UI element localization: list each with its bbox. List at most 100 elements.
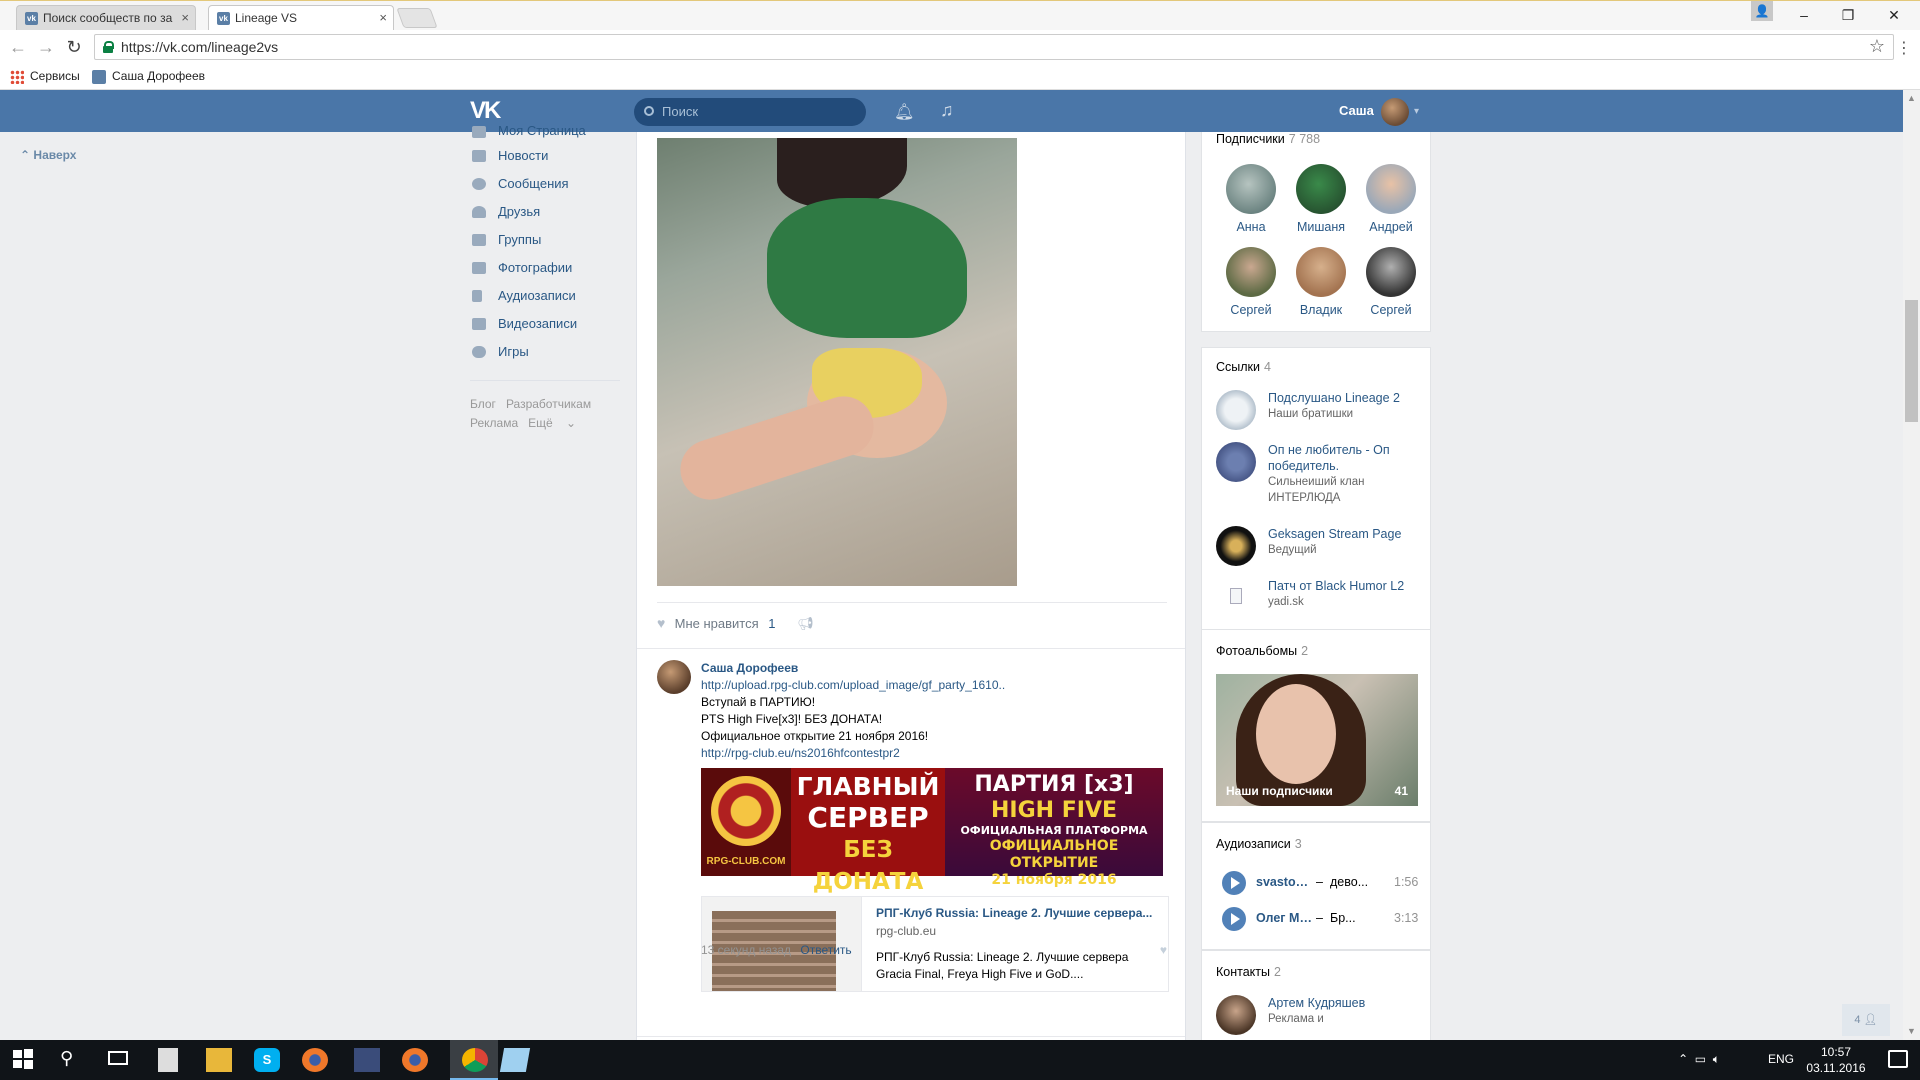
menu-divider [470, 380, 620, 381]
search-icon[interactable]: ⚲ [60, 1048, 86, 1072]
subscriber[interactable]: Сергей [1216, 247, 1286, 317]
subscriber[interactable]: Владик [1286, 247, 1356, 317]
share-icon[interactable]: 📢︎ [797, 616, 814, 631]
bell-icon[interactable]: 🔔︎ [894, 102, 914, 121]
footer-link-more[interactable]: Ещё ⌄ [528, 416, 576, 430]
like-button[interactable]: ♥ Мне нравится 1 [657, 615, 779, 631]
subscriber[interactable]: Андрей [1356, 164, 1426, 234]
scroll-down-icon[interactable]: ▼ [1903, 1023, 1920, 1040]
menu-item-groups[interactable]: Группы [470, 226, 620, 254]
comment-author[interactable]: Саша Дорофеев [701, 660, 1167, 677]
apps-icon [10, 70, 24, 84]
menu-item-friends[interactable]: Друзья [470, 198, 620, 226]
clock[interactable]: 10:57 03.11.2016 [1806, 1044, 1866, 1076]
firefox-icon[interactable] [402, 1048, 428, 1072]
vk-logo[interactable]: VK [470, 98, 504, 124]
footer-link-ads[interactable]: Реклама [470, 416, 518, 430]
banner-image[interactable]: RPG-CLUB.COM ГЛАВНЫЙ СЕРВЕР БЕЗ ДОНАТА П… [701, 768, 1163, 895]
chrome-icon[interactable] [462, 1048, 488, 1072]
close-tab-icon[interactable]: × [181, 6, 189, 30]
search-input[interactable]: Поиск [634, 98, 866, 126]
browser-tab-lineage[interactable]: vk Lineage VS × [208, 5, 394, 31]
comment-link[interactable]: http://upload.rpg-club.com/upload_image/… [701, 677, 1167, 694]
menu-item-games[interactable]: Игры [470, 338, 620, 366]
browser-tab-search[interactable]: vk Поиск сообществ по за × [16, 5, 196, 31]
scroll-up-icon[interactable]: ▲ [1903, 90, 1920, 107]
scroll-thumb[interactable] [1905, 300, 1918, 422]
bookmark-services[interactable]: Сервисы [10, 69, 80, 84]
subscriber[interactable]: Сергей [1356, 247, 1426, 317]
avatar [1226, 247, 1276, 297]
chat-widget-button[interactable]: 4 👤︎ [1842, 1004, 1890, 1036]
menu-item-news[interactable]: Новости [470, 142, 620, 170]
close-window-icon[interactable]: ✕ [1882, 5, 1906, 25]
menu-label: Друзья [498, 204, 541, 219]
block-header[interactable]: Фотоальбомы 2 [1202, 644, 1308, 658]
input-language[interactable]: ENG [1768, 1052, 1794, 1066]
tray-icons[interactable]: ⌃ ▭ 🔈︎ [1678, 1052, 1720, 1067]
address-bar[interactable]: https://vk.com/lineage2vs ☆ [94, 34, 1894, 60]
bookmark-star-icon[interactable]: ☆ [1869, 36, 1885, 57]
firefox-icon[interactable] [302, 1048, 328, 1072]
reply-button[interactable]: Ответить [800, 943, 851, 957]
link-title: Патч от Black Humor L2 [1268, 579, 1405, 593]
close-tab-icon[interactable]: × [379, 6, 387, 30]
block-title: Подписчики [1216, 132, 1285, 146]
calculator-icon[interactable] [158, 1048, 178, 1072]
app-icon[interactable] [354, 1048, 380, 1072]
heart-icon[interactable]: ♥ [1160, 943, 1167, 957]
menu-label: Группы [498, 232, 542, 247]
comment-link[interactable]: http://rpg-club.eu/ns2016hfcontestpr2 [701, 745, 1167, 762]
block-header[interactable]: Аудиозаписи 3 [1202, 837, 1302, 851]
browser-profile-icon[interactable]: 👤 [1751, 1, 1773, 21]
audio-artist[interactable]: Олег Май... [1256, 911, 1314, 925]
link-title: Geksagen Stream Page [1268, 527, 1402, 541]
subscriber[interactable]: Мишаня [1286, 164, 1356, 234]
comment-time[interactable]: 13 секунд назад [701, 943, 791, 957]
menu-item-video[interactable]: Видеозаписи [470, 310, 620, 338]
minimize-icon[interactable]: – [1792, 5, 1816, 25]
avatar[interactable] [1381, 98, 1409, 126]
menu-label: Игры [498, 344, 529, 359]
back-icon[interactable]: ← [8, 37, 28, 57]
browser-menu-icon[interactable]: ⋮ [1896, 38, 1912, 58]
task-view-icon[interactable] [108, 1048, 134, 1072]
restore-icon[interactable]: ❐ [1836, 5, 1860, 25]
block-header[interactable]: Контакты 2 [1202, 965, 1281, 979]
bookmark-sasha[interactable]: Саша Дорофеев [92, 69, 205, 84]
banner-logo: RPG-CLUB.COM [701, 768, 791, 876]
comment-text: Вступай в ПАРТИЮ! [701, 695, 816, 709]
music-note-icon[interactable]: ♫ [940, 100, 954, 121]
play-icon[interactable] [1222, 907, 1246, 931]
audio-row[interactable]: Олег Май... – Бр... 3:13 [1216, 907, 1426, 931]
audio-artist[interactable]: svastonov [1256, 875, 1314, 889]
notepad-icon[interactable] [499, 1048, 531, 1072]
footer-link-developers[interactable]: Разработчикам [506, 397, 591, 411]
block-header[interactable]: Подписчики 7 788 [1202, 132, 1320, 146]
to-top-link[interactable]: ⌃ Наверх [20, 148, 76, 162]
page-scrollbar[interactable]: ▲ ▼ [1903, 90, 1920, 1040]
file-explorer-icon[interactable] [206, 1048, 232, 1072]
subscriber[interactable]: Анна [1216, 164, 1286, 234]
album-cover[interactable]: Наши подписчики 41 [1216, 674, 1418, 806]
menu-item-my-page[interactable]: Моя Страница [470, 124, 620, 142]
block-header[interactable]: Ссылки 4 [1202, 360, 1271, 374]
menu-item-messages[interactable]: Сообщения [470, 170, 620, 198]
reload-icon[interactable]: ↻ [64, 37, 84, 57]
footer-link-blog[interactable]: Блог [470, 397, 496, 411]
skype-icon[interactable]: S [254, 1048, 280, 1072]
post-photo[interactable] [657, 138, 1017, 586]
chevron-down-icon[interactable]: ▾ [1414, 106, 1419, 117]
menu-item-audio[interactable]: Аудиозаписи [470, 282, 620, 310]
avatar [1216, 526, 1256, 566]
new-tab-button[interactable] [396, 8, 438, 28]
notification-center-icon[interactable] [1888, 1050, 1908, 1068]
play-icon[interactable] [1222, 871, 1246, 895]
windows-start-icon[interactable] [12, 1048, 38, 1072]
menu-item-photos[interactable]: Фотографии [470, 254, 620, 282]
forward-icon[interactable]: → [36, 37, 56, 57]
audio-row[interactable]: svastonov – дево... 1:56 [1216, 871, 1426, 895]
link-card-title[interactable]: РПГ-Клуб Russia: Lineage 2. Лучшие серве… [876, 905, 1162, 922]
header-username[interactable]: Саша [1339, 103, 1374, 118]
avatar[interactable] [657, 660, 691, 694]
